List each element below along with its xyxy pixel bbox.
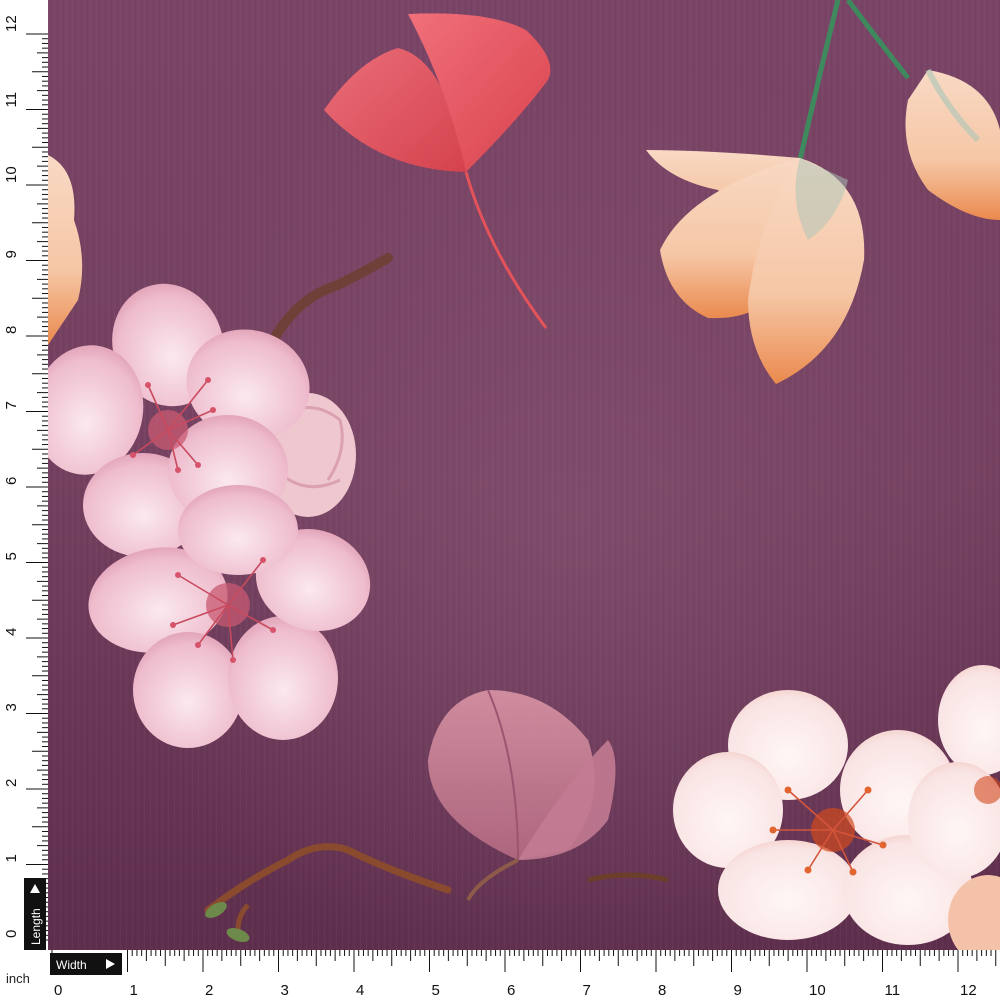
length-mark-label: 9 bbox=[3, 250, 20, 258]
length-mark-label: 2 bbox=[3, 779, 20, 787]
length-mark-label: 0 bbox=[3, 930, 20, 938]
length-mark-label: 8 bbox=[3, 326, 20, 334]
length-ruler: 0123456789101112 Length bbox=[0, 0, 48, 950]
fabric-product-image: 0 1 2 3 4 5 6 7 8 9 10 11 12 Length 0 1 2 3 4 5 6 7 8 9 10 11 12… bbox=[0, 0, 1000, 1000]
width-mark-label: 3 bbox=[281, 982, 289, 999]
width-mark-label: 5 bbox=[432, 982, 440, 999]
width-mark-label: 7 bbox=[583, 982, 591, 999]
length-mark-label: 7 bbox=[3, 401, 20, 409]
width-mark-label: 6 bbox=[507, 982, 515, 999]
length-mark-label: 3 bbox=[3, 703, 20, 711]
length-mark-label: 6 bbox=[3, 477, 20, 485]
floral-fabric-print bbox=[48, 0, 1000, 950]
width-mark-label: 9 bbox=[734, 982, 742, 999]
width-mark-label: 2 bbox=[205, 982, 213, 999]
unit-label: inch bbox=[6, 971, 30, 986]
length-label: Length bbox=[29, 908, 43, 945]
length-mark-label: 1 bbox=[3, 854, 20, 862]
width-mark-label: 11 bbox=[885, 982, 901, 999]
width-mark-label: 10 bbox=[809, 982, 826, 999]
width-mark-label: 0 bbox=[54, 982, 62, 999]
length-mark-label: 12 bbox=[3, 15, 20, 32]
width-mark-label: 12 bbox=[960, 982, 977, 999]
width-mark-label: 8 bbox=[658, 982, 666, 999]
width-ruler: 0 1 2 3 4 5 6 7 8 9 10 11 12 Width inch bbox=[0, 950, 1000, 1000]
length-mark-label: 5 bbox=[3, 552, 20, 560]
width-label: Width bbox=[56, 958, 87, 972]
width-mark-label: 1 bbox=[130, 982, 138, 999]
length-mark-label: 10 bbox=[3, 166, 20, 183]
length-mark-label: 11 bbox=[3, 92, 20, 108]
width-mark-label: 4 bbox=[356, 982, 364, 999]
length-mark-label: 4 bbox=[3, 628, 20, 636]
